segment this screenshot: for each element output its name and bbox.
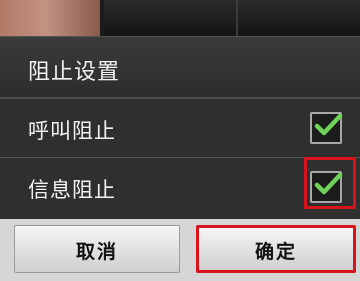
cancel-button-label: 取消	[75, 241, 118, 263]
background-image	[0, 0, 100, 36]
highlight-box	[304, 157, 356, 209]
block-settings-dialog: 阻止设置 呼叫阻止 信息阻止 取消 确定	[0, 36, 360, 281]
cancel-button[interactable]: 取消	[14, 225, 180, 273]
call-block-row[interactable]: 呼叫阻止	[0, 100, 360, 158]
checkmark-icon	[314, 113, 343, 136]
dialog-title-bar: 阻止设置	[0, 37, 360, 99]
call-block-label: 呼叫阻止	[28, 119, 116, 143]
message-block-label: 信息阻止	[28, 178, 116, 202]
background-bar	[104, 0, 360, 36]
ok-button-label: 确定	[254, 241, 297, 263]
dialog-button-bar: 取消 确定	[0, 219, 360, 281]
dialog-title: 阻止设置	[28, 60, 121, 85]
ok-button[interactable]: 确定	[196, 225, 356, 273]
background-divider	[236, 0, 238, 36]
background-screen	[0, 0, 360, 38]
call-block-checkbox[interactable]	[310, 112, 343, 144]
